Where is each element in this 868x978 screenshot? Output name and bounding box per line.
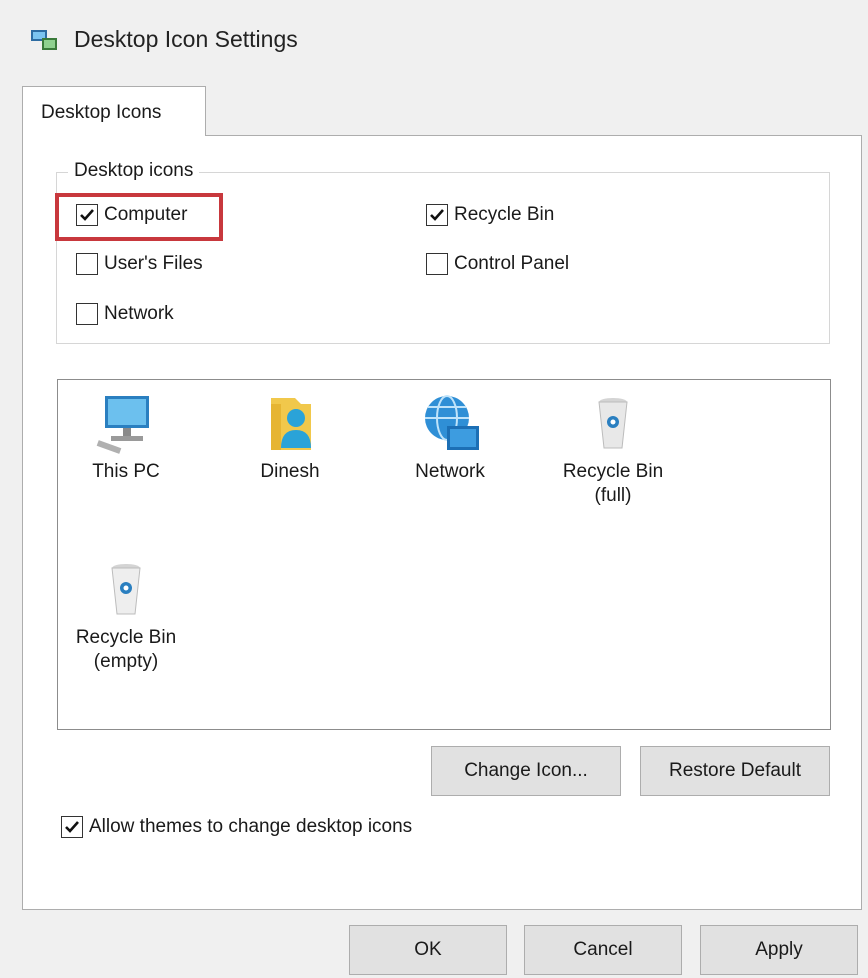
groupbox-legend: Desktop icons (68, 160, 200, 182)
checkbox-box[interactable] (61, 816, 83, 838)
checkbox-label: Recycle Bin (454, 204, 555, 225)
checkbox-recycle-bin[interactable]: Recycle Bin (426, 204, 554, 226)
icon-label: Dinesh (260, 461, 320, 482)
checkbox-users-files[interactable]: User's Files (76, 253, 203, 275)
checkbox-allow-themes[interactable]: Allow themes to change desktop icons (61, 816, 412, 838)
icon-item-user-files[interactable]: Dinesh (220, 390, 360, 484)
apply-button[interactable]: Apply (700, 925, 858, 975)
user-folder-icon (271, 398, 311, 450)
desktop-icon-settings-dialog: Desktop Icon Settings Desktop Icons Desk… (0, 0, 868, 978)
icon-item-this-pc[interactable]: This PC (56, 390, 196, 484)
checkmark-icon (430, 209, 444, 221)
icon-label: Network (415, 461, 485, 482)
display-settings-icon (31, 30, 57, 50)
checkbox-label: Computer (104, 204, 188, 225)
checkbox-label: Control Panel (454, 253, 570, 274)
checkbox-control-panel[interactable]: Control Panel (426, 253, 569, 275)
icon-label: Recycle Bin (empty) (75, 627, 177, 672)
icon-label: This PC (92, 461, 160, 482)
checkbox-network[interactable]: Network (76, 303, 174, 325)
checkbox-box[interactable] (426, 253, 448, 275)
monitor-icon (96, 396, 149, 454)
cancel-button[interactable]: Cancel (524, 925, 682, 975)
icon-list-view[interactable]: This PC Dinesh Network Recycle Bin (full… (57, 379, 831, 730)
checkbox-label: Allow themes to change desktop icons (89, 816, 413, 837)
tab-label: Desktop Icons (41, 102, 162, 123)
icon-item-recycle-bin-full[interactable]: Recycle Bin (full) (543, 390, 683, 508)
icon-item-network[interactable]: Network (380, 390, 520, 484)
restore-default-button[interactable]: Restore Default (640, 746, 830, 796)
title-bar: Desktop Icon Settings (0, 0, 868, 80)
recycle-bin-full-icon (598, 398, 628, 449)
checkbox-box[interactable] (426, 204, 448, 226)
icon-label: Recycle Bin (full) (562, 461, 664, 506)
checkbox-computer[interactable]: Computer (76, 204, 187, 226)
change-icon-button[interactable]: Change Icon... (431, 746, 621, 796)
checkmark-icon (65, 821, 79, 833)
checkbox-box[interactable] (76, 253, 98, 275)
checkbox-label: Network (104, 303, 174, 324)
checkmark-icon (80, 209, 94, 221)
tab-desktop-icons[interactable]: Desktop Icons (22, 86, 206, 136)
checkbox-label: User's Files (104, 253, 203, 274)
checkbox-box[interactable] (76, 204, 98, 226)
network-globe-icon (425, 395, 479, 450)
recycle-bin-empty-icon (111, 564, 141, 615)
icon-item-recycle-bin-empty[interactable]: Recycle Bin (empty) (56, 556, 196, 674)
window-title: Desktop Icon Settings (74, 26, 298, 52)
checkbox-box[interactable] (76, 303, 98, 325)
ok-button[interactable]: OK (349, 925, 507, 975)
